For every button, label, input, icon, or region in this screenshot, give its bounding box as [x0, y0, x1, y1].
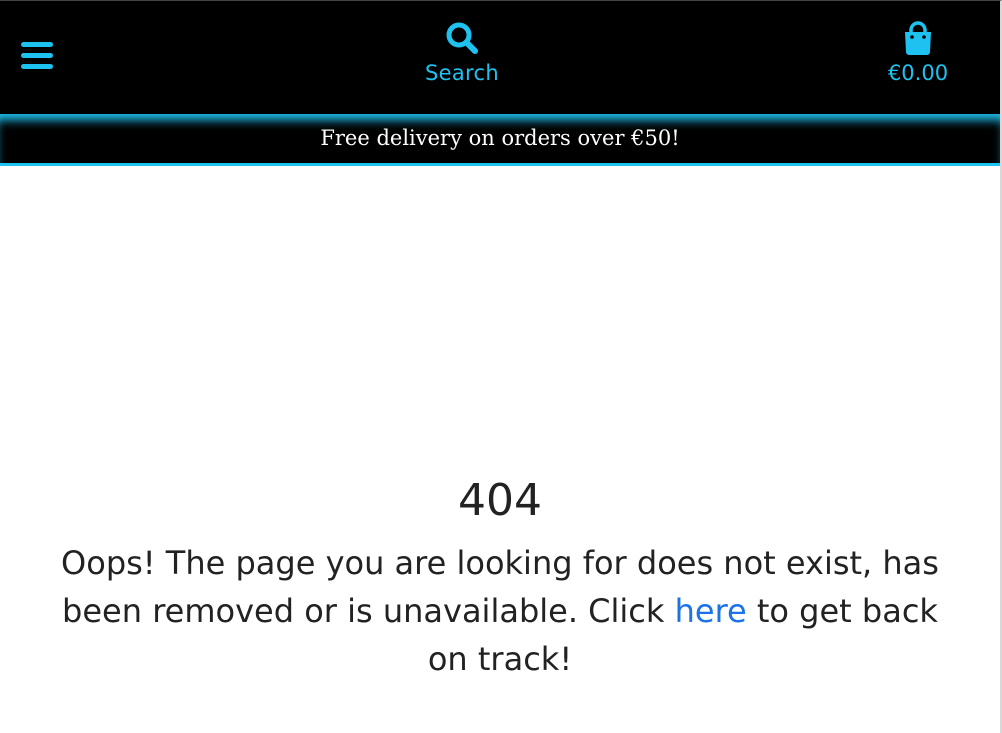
error-content: 404 Oops! The page you are looking for d… — [0, 473, 1000, 683]
shopping-bag-icon — [905, 21, 931, 55]
error-message: Oops! The page you are looking for does … — [60, 539, 940, 683]
page: Search €0.00 Free delivery on orders ove… — [0, 0, 1002, 733]
error-code: 404 — [458, 475, 542, 526]
top-navbar: Search €0.00 — [0, 1, 1000, 114]
home-link[interactable]: here — [675, 592, 747, 630]
search-icon — [446, 22, 478, 54]
shopping-bag-button[interactable]: €0.00 — [870, 21, 966, 85]
bag-total: €0.00 — [887, 61, 949, 85]
hamburger-menu-icon[interactable] — [21, 42, 53, 74]
delivery-banner: Free delivery on orders over €50! — [0, 114, 1000, 166]
search-button[interactable]: Search — [412, 21, 512, 85]
banner-text: Free delivery on orders over €50! — [320, 126, 680, 150]
search-label: Search — [425, 61, 499, 85]
